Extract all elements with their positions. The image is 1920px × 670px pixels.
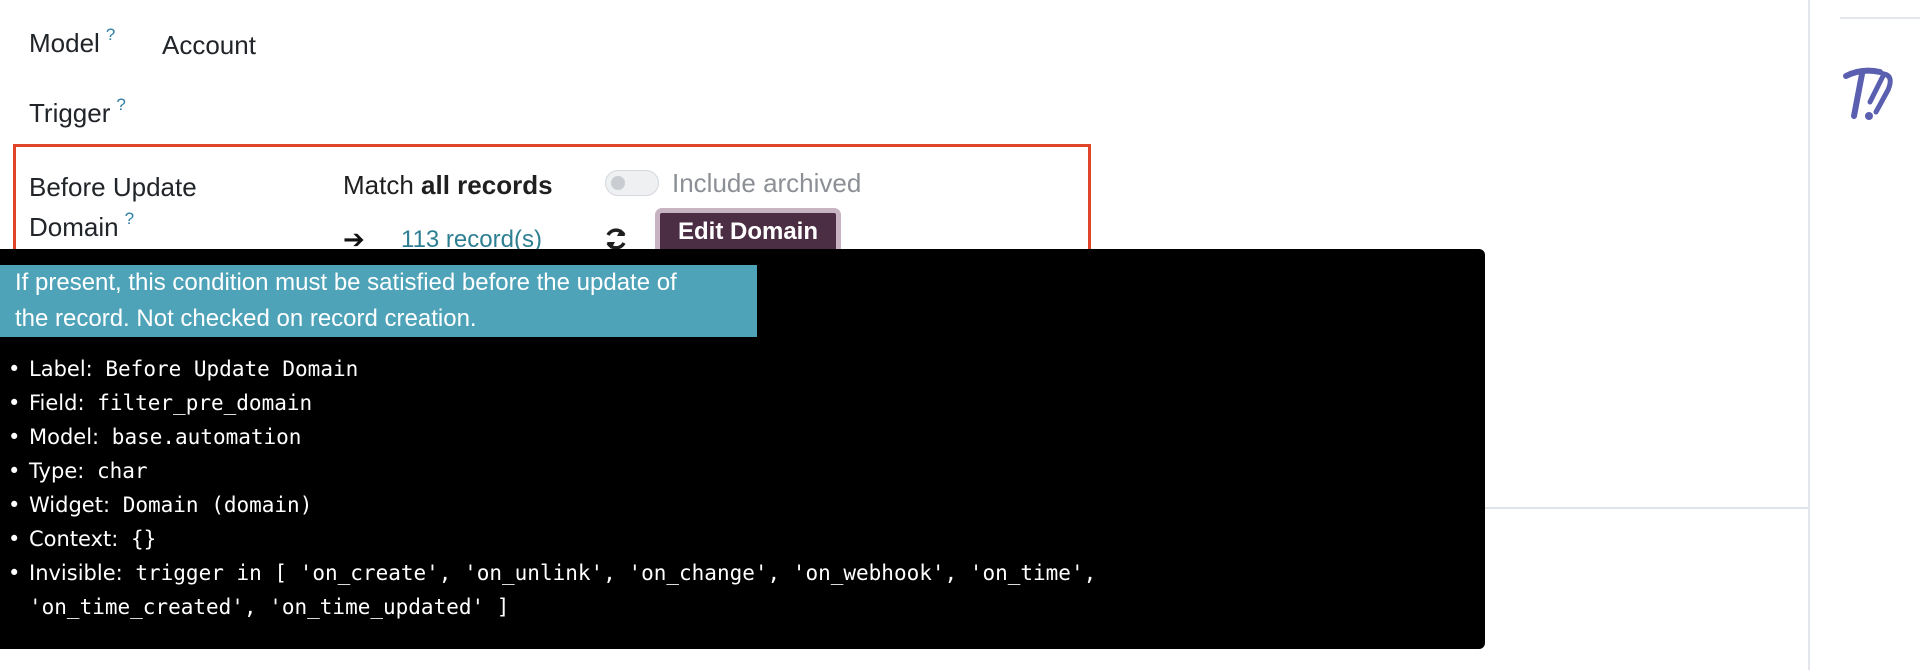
domain-label-line1: Before Update	[29, 172, 197, 202]
tooltip-item-value: Domain (domain)	[122, 493, 313, 517]
field-debug-tooltip: If present, this condition must be satis…	[0, 249, 1485, 649]
tooltip-item-value: trigger in [ 'on_create', 'on_unlink', '…	[135, 561, 1097, 585]
model-label: Model	[29, 28, 100, 58]
tooltip-item-key: Context:	[29, 527, 119, 551]
right-panel-divider	[1808, 0, 1810, 670]
tooltip-item: Label: Before Update Domain	[8, 352, 1096, 386]
domain-label-line2: Domain	[29, 212, 119, 242]
tooltip-item-key: Widget:	[29, 493, 111, 517]
toggle-knob	[611, 176, 625, 190]
domain-help-icon[interactable]: ?	[125, 209, 134, 228]
tooltip-help-text: If present, this condition must be satis…	[0, 265, 757, 337]
match-bold: all records	[421, 170, 553, 200]
tooltip-item-value: char	[96, 459, 148, 483]
tooltip-item-continuation: 'on_time_created', 'on_time_updated' ]	[29, 590, 1096, 624]
tooltip-item: Invisible: trigger in [ 'on_create', 'on…	[8, 556, 1097, 590]
right-panel-topline	[1840, 17, 1920, 19]
tooltip-item: Model: base.automation	[8, 420, 1096, 454]
trigger-help-icon[interactable]: ?	[116, 95, 125, 114]
tooltip-field-info-list: Label: Before Update Domain Field: filte…	[0, 352, 1096, 624]
tooltip-item: Context: {}	[8, 522, 1096, 556]
tooltip-item-key: Invisible:	[29, 561, 123, 585]
trigger-label-wrap: Trigger?	[29, 95, 126, 129]
tooltip-item-value: Before Update Domain	[105, 357, 359, 381]
tooltip-item-value: base.automation	[111, 425, 302, 449]
include-archived-toggle[interactable]	[605, 170, 659, 196]
tooltip-item-key: Type:	[29, 459, 85, 483]
app-logo-icon	[1843, 67, 1893, 120]
tooltip-help-line1: If present, this condition must be satis…	[15, 269, 677, 296]
tooltip-item-key: Label:	[29, 357, 93, 381]
tooltip-item: Widget: Domain (domain)	[8, 488, 1096, 522]
tooltip-item: Type: char	[8, 454, 1096, 488]
tooltip-item-key: Model:	[29, 425, 100, 449]
tooltip-item-value: {}	[131, 527, 157, 551]
tooltip-help-line2: the record. Not checked on record creati…	[15, 305, 477, 332]
tooltip-item-value: filter_pre_domain	[97, 391, 313, 415]
model-value: Account	[162, 30, 256, 60]
tooltip-item: Field: filter_pre_domain	[8, 386, 1096, 420]
match-prefix: Match	[343, 170, 414, 200]
model-label-wrap: Model?	[29, 25, 115, 59]
trigger-label: Trigger	[29, 98, 111, 128]
domain-label: Before Update Domain?	[29, 167, 197, 251]
tooltip-item-key: Field:	[29, 391, 85, 415]
model-help-icon[interactable]: ?	[106, 25, 115, 44]
tooltip-invisible-cont: 'on_time_created', 'on_time_updated' ]	[29, 595, 510, 619]
include-archived-label: Include archived	[672, 168, 862, 198]
match-summary: Match all records	[343, 170, 553, 201]
edit-domain-label: Edit Domain	[677, 218, 818, 245]
